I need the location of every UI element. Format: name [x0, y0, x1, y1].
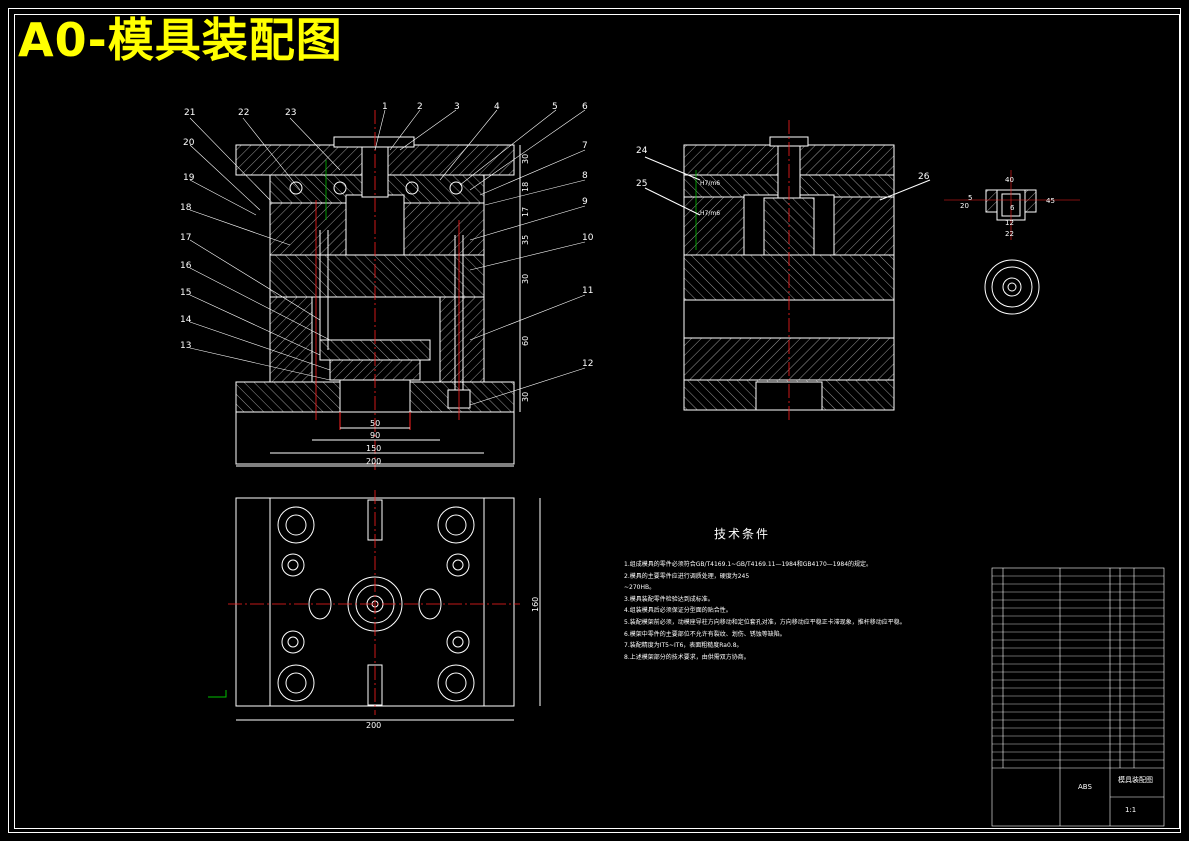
- part-number: 6: [582, 102, 588, 112]
- part-number: 26: [918, 172, 930, 182]
- part-number: 12: [582, 359, 593, 369]
- front-section-view: [235, 110, 521, 470]
- dim-label: 160: [531, 597, 540, 612]
- note-line: 7.装配精度为IT5~IT6，表面粗糙度Ra0.8。: [624, 642, 743, 650]
- assembly-drawing: 21 22 23 1 2 3 4 5 6 7 8 9 10 11 12 20 1…: [180, 102, 1165, 827]
- dim-label: 45: [1046, 197, 1055, 205]
- note-line: 5.装配模架前必须，动模座导柱方向移动和定位套孔对准，方向移动应平稳正卡滞现象，…: [624, 618, 906, 626]
- part-number: 18: [180, 203, 192, 213]
- part-number: 2: [417, 102, 423, 112]
- dim-label: 17: [521, 207, 530, 217]
- side-section-view: [644, 120, 931, 420]
- part-number: 24: [636, 146, 648, 156]
- note-line: 8.上述模架部分的技术要求，由供需双方协商。: [624, 653, 750, 661]
- fit-label: H7/m6: [700, 180, 720, 187]
- dim-label: 5: [968, 194, 972, 202]
- parts-list-rows: [992, 575, 1164, 761]
- note-line: ~270HB。: [624, 584, 656, 592]
- dim-label: 12: [1005, 219, 1014, 227]
- dim-label: 90: [370, 431, 380, 440]
- part-number: 16: [180, 261, 192, 271]
- part-number: 19: [183, 173, 195, 183]
- dim-label: 200: [366, 457, 381, 466]
- part-number: 13: [180, 341, 191, 351]
- part-number: 14: [180, 315, 192, 325]
- dim-label: 60: [521, 336, 530, 346]
- part-number: 5: [552, 102, 558, 112]
- detail-view: [944, 170, 1080, 315]
- dim-label: 22: [1005, 230, 1014, 238]
- fit-label: H7/m6: [700, 210, 720, 217]
- note-line: 6.模架中零件的主要部位不允许有裂纹、划伤、锈蚀等缺陷。: [624, 630, 786, 638]
- part-number: 8: [582, 171, 588, 181]
- dim-label: 30: [521, 154, 530, 164]
- top-view: [208, 490, 541, 721]
- dim-label: 6: [1010, 204, 1015, 212]
- note-line: 2.模具的主要零件应进行调质处理，硬度为245: [624, 572, 750, 580]
- part-number: 20: [183, 138, 195, 148]
- dim-label: 200: [366, 721, 381, 730]
- part-number: 10: [582, 233, 594, 243]
- dim-label: 30: [521, 274, 530, 284]
- dim-label: 30: [521, 392, 530, 402]
- dim-label: 35: [521, 235, 530, 245]
- dim-label: 50: [370, 419, 380, 428]
- drawing-name-label: 模具装配图: [1118, 775, 1153, 784]
- part-number: 4: [494, 102, 500, 112]
- dim-label: 40: [1005, 176, 1014, 184]
- part-number: 1: [382, 102, 388, 112]
- technical-requirements-heading: 技术条件: [714, 527, 771, 541]
- title-block-text: ABS 模具装配图 1:1: [1078, 775, 1153, 814]
- note-line: 4.组装模具后必须保证分型面的贴合性。: [624, 607, 732, 615]
- part-number: 17: [180, 233, 191, 243]
- dim-label: 20: [960, 202, 969, 210]
- scale-label: 1:1: [1125, 806, 1136, 814]
- dim-label: 18: [521, 182, 530, 192]
- part-number: 7: [582, 141, 588, 151]
- material-label: ABS: [1078, 783, 1092, 791]
- part-number: 21: [184, 108, 195, 118]
- part-number: 15: [180, 288, 191, 298]
- note-line: 1.组成模具的零件必须符合GB/T4169.1~GB/T4169.11—1984…: [624, 561, 873, 568]
- technical-notes: 1.组成模具的零件必须符合GB/T4169.1~GB/T4169.11—1984…: [624, 559, 984, 663]
- part-number: 23: [285, 108, 296, 118]
- part-number: 25: [636, 179, 647, 189]
- part-number: 11: [582, 286, 593, 296]
- part-number: 22: [238, 108, 249, 118]
- front-height-dims: 30 18 17 35 30 60 30: [521, 154, 530, 402]
- note-line: 3.模具装配零件检验达到成标准。: [624, 595, 714, 603]
- dim-label: 150: [366, 444, 381, 453]
- part-number: 9: [582, 197, 588, 207]
- part-number: 3: [454, 102, 460, 112]
- front-width-dims: 50 90 150 200: [366, 419, 381, 466]
